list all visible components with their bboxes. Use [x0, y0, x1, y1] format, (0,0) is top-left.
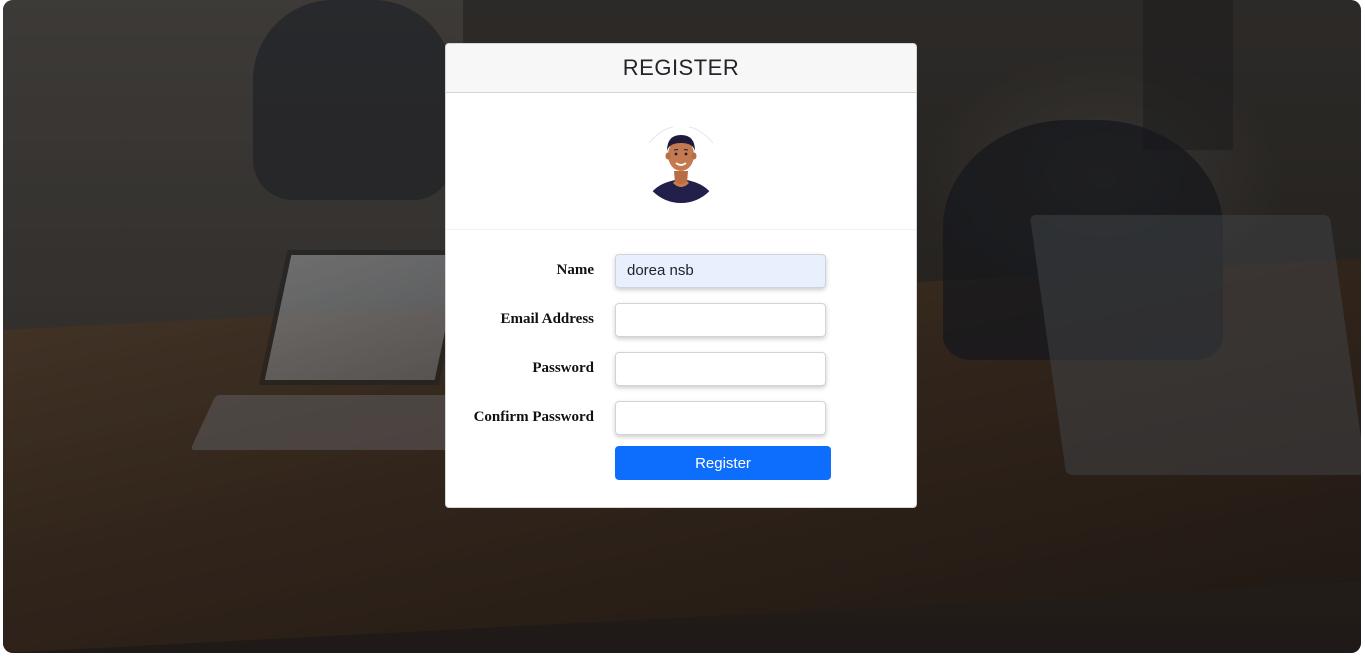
password-input[interactable]: [615, 351, 826, 386]
confirm-password-row: Confirm Password: [446, 393, 916, 442]
email-label: Email Address: [500, 311, 595, 327]
email-row: Email Address: [446, 295, 916, 344]
confirm-password-label: Confirm Password: [473, 409, 594, 425]
email-input[interactable]: [615, 302, 826, 337]
name-label: Name: [556, 262, 595, 278]
page-title: REGISTER: [622, 55, 740, 80]
register-form: Name Email Address Password Confirm Pass…: [446, 230, 916, 483]
password-label: Password: [532, 360, 594, 376]
register-button[interactable]: Register: [615, 446, 831, 480]
name-row: Name: [446, 246, 916, 295]
confirm-password-input[interactable]: [615, 400, 826, 435]
user-avatar-icon: [647, 126, 715, 203]
register-card: REGISTER Name Ema: [445, 43, 917, 508]
card-header: REGISTER: [446, 44, 916, 93]
submit-row: Register: [446, 443, 916, 483]
password-row: Password: [446, 344, 916, 393]
name-input[interactable]: [615, 253, 826, 288]
avatar-area: [446, 93, 916, 230]
